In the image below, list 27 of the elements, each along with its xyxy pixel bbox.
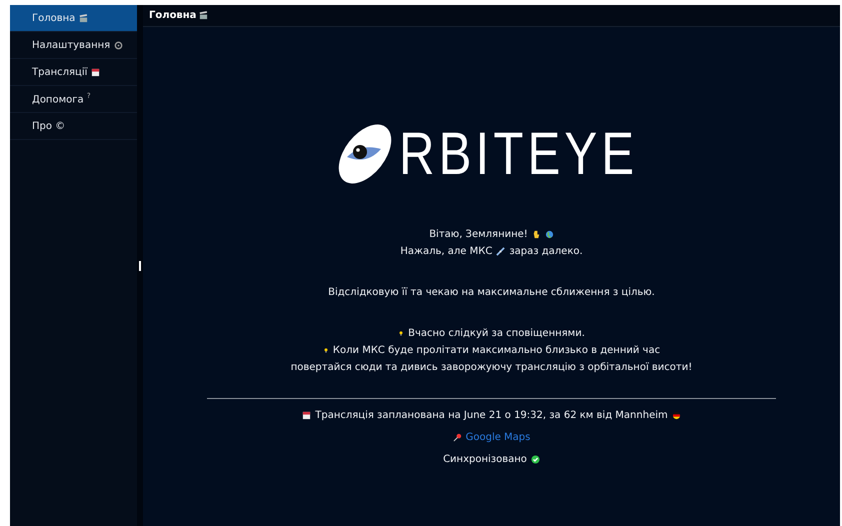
light-bulb-icon xyxy=(322,346,329,354)
message-text: повертайся сюди та дивись заворожуючу трансляцію з орбітальної висоти! xyxy=(290,362,692,372)
schedule-text: Трансляція запланована на June 21 о 19:32, за 62 км від Mannheim xyxy=(315,410,668,420)
satellite-icon xyxy=(496,246,506,256)
waving-hand-icon xyxy=(532,230,541,238)
check-icon xyxy=(530,454,540,464)
light-bulb-icon xyxy=(398,328,404,338)
clapper-icon xyxy=(79,14,88,22)
calendar-icon xyxy=(302,410,312,420)
calendar-icon xyxy=(91,68,100,76)
settings-icon xyxy=(114,40,124,50)
message-text: зараз далеко. xyxy=(509,246,583,256)
message-text: Нажаль, але МКС xyxy=(400,246,492,256)
sync-status: Синхронізовано xyxy=(443,454,527,464)
pushpin-icon xyxy=(452,432,462,442)
map-link[interactable]: Google Maps xyxy=(466,432,530,442)
globe-icon xyxy=(544,230,554,238)
flag-icon xyxy=(672,410,681,420)
message-text: Коли МКС буде пролітати максимально близько в денний час xyxy=(332,344,660,356)
message-text: Відслідковую її та чекаю на максимальне сближення з цілью. xyxy=(328,286,655,298)
logo-text: RBITEYE xyxy=(398,124,638,184)
message-text: Вітаю, Землянине! xyxy=(429,228,528,240)
page-title: Головна xyxy=(149,10,196,21)
sidebar-item[interactable]: Головна xyxy=(10,5,137,32)
resize-handle[interactable] xyxy=(139,260,141,270)
message-text: Вчасно слідкуй за сповіщеннями. xyxy=(408,328,585,338)
clapper-icon xyxy=(199,11,208,20)
